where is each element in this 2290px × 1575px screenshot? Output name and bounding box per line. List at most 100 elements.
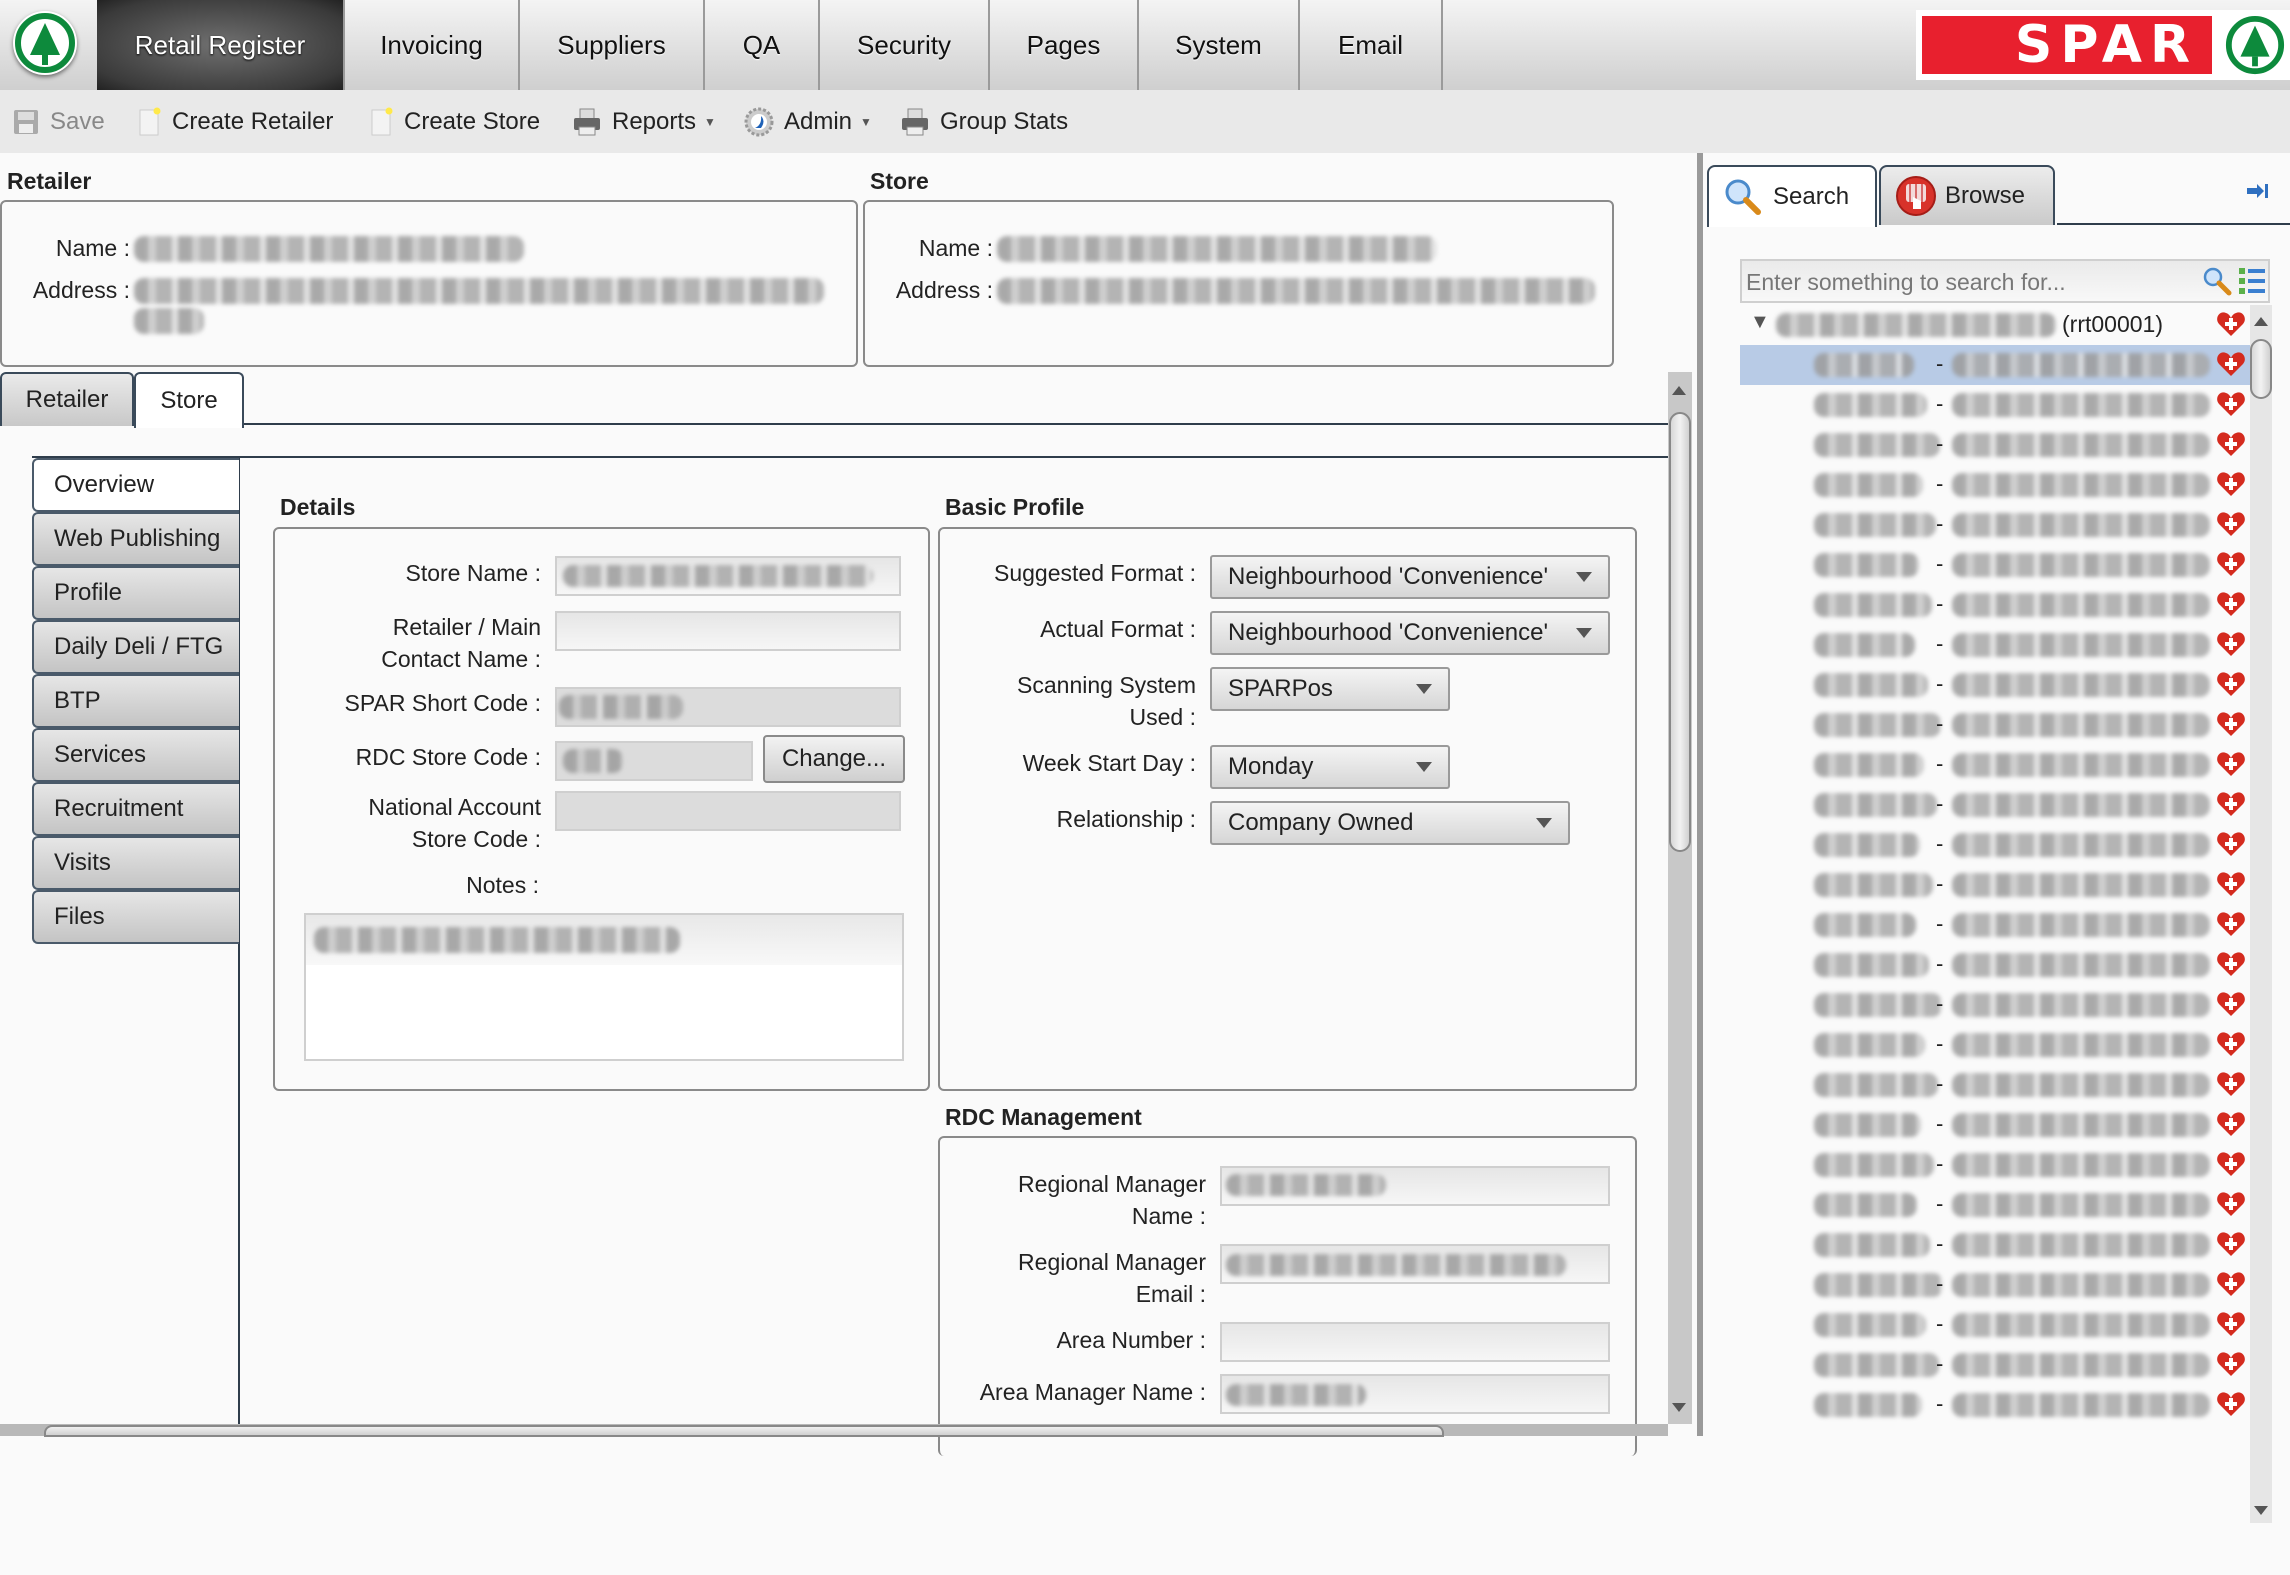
suggested-format-select[interactable]: Neighbourhood 'Convenience'	[1210, 555, 1610, 599]
add-favourite-heart-icon[interactable]	[2216, 1189, 2246, 1219]
add-favourite-heart-icon[interactable]	[2216, 1149, 2246, 1179]
browse-tab[interactable]: Browse	[1879, 165, 2055, 225]
add-favourite-heart-icon[interactable]	[2216, 949, 2246, 979]
tree-child-row[interactable]: -	[1740, 1305, 2250, 1345]
search-tab[interactable]: Search	[1707, 165, 1877, 227]
notes-textarea[interactable]	[304, 913, 904, 1061]
collapse-panel-icon[interactable]	[2247, 183, 2269, 199]
area-number-input[interactable]	[1220, 1322, 1610, 1362]
scroll-up-arrow-icon[interactable]	[2254, 317, 2268, 326]
tree-child-row[interactable]: -	[1740, 625, 2250, 665]
reports-menu-button[interactable]: Reports ▼	[572, 90, 716, 153]
change-rdc-code-button[interactable]: Change...	[763, 735, 905, 783]
scanning-system-select[interactable]: SPARPos	[1210, 667, 1450, 711]
side-tab-recruitment[interactable]: Recruitment	[32, 782, 239, 836]
main-horizontal-scrollbar[interactable]	[0, 1424, 1668, 1437]
tree-child-row[interactable]: -	[1740, 1345, 2250, 1385]
tree-child-row[interactable]: -	[1740, 465, 2250, 505]
tree-vertical-scrollbar[interactable]	[2250, 305, 2272, 1523]
create-retailer-button[interactable]: Create Retailer	[138, 90, 333, 153]
add-favourite-heart-icon[interactable]	[2216, 1069, 2246, 1099]
add-favourite-heart-icon[interactable]	[2216, 1029, 2246, 1059]
side-tab-services[interactable]: Services	[32, 728, 239, 782]
scroll-down-arrow-icon[interactable]	[1672, 1403, 1686, 1412]
add-favourite-heart-icon[interactable]	[2216, 989, 2246, 1019]
tree-child-row[interactable]: -	[1740, 1265, 2250, 1305]
tree-child-row[interactable]: -	[1740, 1105, 2250, 1145]
main-horizontal-scroll-thumb[interactable]	[44, 1425, 1444, 1437]
tree-child-row[interactable]: -	[1740, 945, 2250, 985]
side-tab-files[interactable]: Files	[32, 890, 239, 944]
search-input[interactable]: Enter something to search for...	[1740, 259, 2270, 303]
tree-child-row[interactable]: -	[1740, 825, 2250, 865]
tree-expand-triangle-icon[interactable]: ▼	[1750, 311, 1770, 334]
tree-child-row[interactable]: -	[1740, 1385, 2250, 1425]
nav-tab-suppliers[interactable]: Suppliers	[520, 0, 705, 90]
store-name-input[interactable]	[555, 556, 901, 596]
add-favourite-heart-icon[interactable]	[2216, 429, 2246, 459]
add-favourite-heart-icon[interactable]	[2216, 1309, 2246, 1339]
group-stats-button[interactable]: Group Stats	[900, 90, 1068, 153]
tree-child-row[interactable]: -	[1740, 745, 2250, 785]
tree-child-row[interactable]: -	[1740, 705, 2250, 745]
tab-retailer[interactable]: Retailer	[0, 372, 134, 426]
add-favourite-heart-icon[interactable]	[2216, 509, 2246, 539]
side-tab-daily-deli-ftg[interactable]: Daily Deli / FTG	[32, 620, 239, 674]
tree-child-row[interactable]: -	[1740, 1185, 2250, 1225]
side-tab-btp[interactable]: BTP	[32, 674, 239, 728]
tree-child-row[interactable]: -	[1740, 345, 2250, 385]
add-favourite-heart-icon[interactable]	[2216, 669, 2246, 699]
add-favourite-heart-icon[interactable]	[2216, 389, 2246, 419]
add-favourite-heart-icon[interactable]	[2216, 1269, 2246, 1299]
add-favourite-heart-icon[interactable]	[2216, 589, 2246, 619]
add-favourite-heart-icon[interactable]	[2216, 869, 2246, 899]
add-favourite-heart-icon[interactable]	[2216, 629, 2246, 659]
tab-store[interactable]: Store	[134, 372, 244, 428]
tree-root-row[interactable]: ▼ (rrt00001)	[1740, 305, 2250, 345]
tree-child-row[interactable]: -	[1740, 665, 2250, 705]
tree-child-row[interactable]: -	[1740, 385, 2250, 425]
rdc-store-code-input[interactable]	[555, 741, 753, 781]
add-favourite-heart-icon[interactable]	[2216, 1109, 2246, 1139]
contact-name-input[interactable]	[555, 611, 901, 651]
area-manager-name-input[interactable]	[1220, 1374, 1610, 1414]
tree-child-row[interactable]: -	[1740, 425, 2250, 465]
tree-child-row[interactable]: -	[1740, 1025, 2250, 1065]
search-go-icon[interactable]	[2202, 266, 2232, 296]
add-favourite-heart-icon[interactable]	[2216, 709, 2246, 739]
save-button[interactable]: Save	[12, 90, 105, 153]
nav-tab-system[interactable]: System	[1139, 0, 1300, 90]
regional-manager-email-input[interactable]	[1220, 1244, 1610, 1284]
tree-child-row[interactable]: -	[1740, 505, 2250, 545]
relationship-select[interactable]: Company Owned	[1210, 801, 1570, 845]
side-tab-web-publishing[interactable]: Web Publishing	[32, 512, 239, 566]
tree-child-row[interactable]: -	[1740, 865, 2250, 905]
add-favourite-heart-icon[interactable]	[2216, 789, 2246, 819]
add-favourite-heart-icon[interactable]	[2216, 1229, 2246, 1259]
tree-child-row[interactable]: -	[1740, 985, 2250, 1025]
side-tab-overview[interactable]: Overview	[32, 458, 239, 512]
scroll-up-arrow-icon[interactable]	[1672, 386, 1686, 395]
tree-child-row[interactable]: -	[1740, 785, 2250, 825]
add-favourite-heart-icon[interactable]	[2216, 549, 2246, 579]
tree-child-row[interactable]: -	[1740, 1065, 2250, 1105]
nav-tab-invoicing[interactable]: Invoicing	[343, 0, 520, 90]
add-favourite-heart-icon[interactable]	[2216, 909, 2246, 939]
add-favourite-heart-icon[interactable]	[2216, 1389, 2246, 1419]
nav-tab-retail-register[interactable]: Retail Register	[97, 0, 343, 90]
add-favourite-heart-icon[interactable]	[2216, 349, 2246, 379]
tree-scroll-thumb[interactable]	[2250, 339, 2272, 399]
spar-short-code-input[interactable]	[555, 687, 901, 727]
regional-manager-name-input[interactable]	[1220, 1166, 1610, 1206]
scroll-down-arrow-icon[interactable]	[2254, 1506, 2268, 1515]
nav-tab-email[interactable]: Email	[1300, 0, 1443, 90]
main-vertical-scroll-thumb[interactable]	[1669, 412, 1691, 852]
side-tab-visits[interactable]: Visits	[32, 836, 239, 890]
nav-tab-security[interactable]: Security	[820, 0, 990, 90]
admin-menu-button[interactable]: Admin ▼	[744, 90, 872, 153]
week-start-day-select[interactable]: Monday	[1210, 745, 1450, 789]
tree-child-row[interactable]: -	[1740, 1225, 2250, 1265]
tree-child-row[interactable]: -	[1740, 905, 2250, 945]
add-favourite-heart-icon[interactable]	[2216, 309, 2246, 339]
create-store-button[interactable]: Create Store	[370, 90, 540, 153]
